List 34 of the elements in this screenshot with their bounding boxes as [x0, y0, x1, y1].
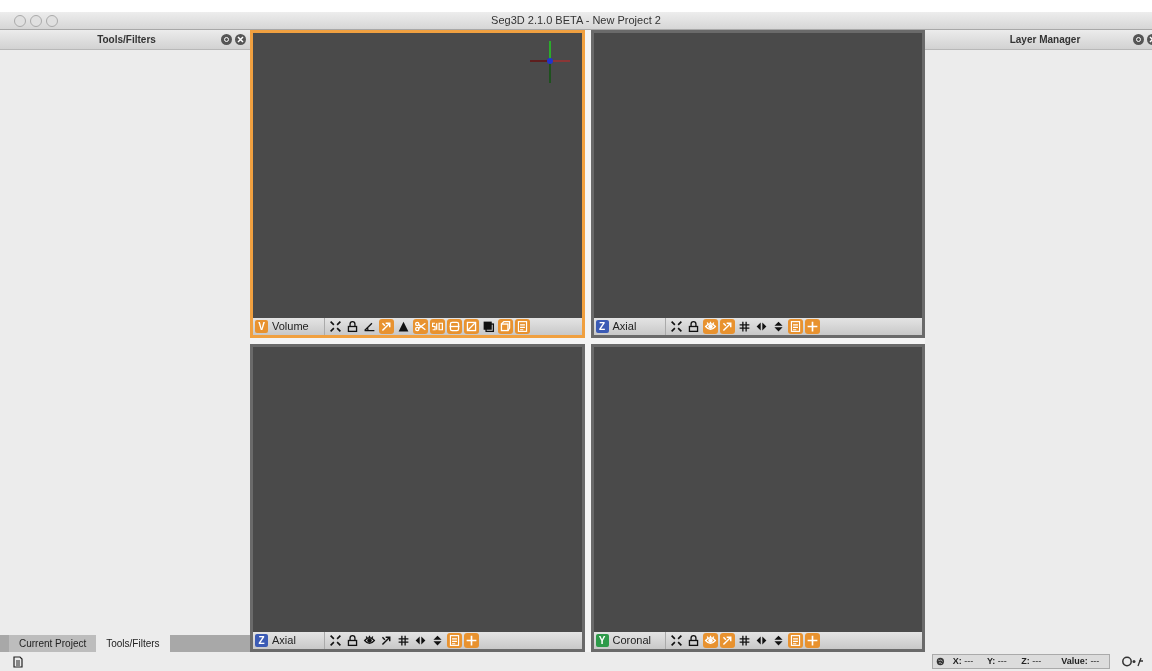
fit-icon[interactable] [328, 633, 343, 648]
panel-title: Tools/Filters [96, 33, 157, 47]
panel-title: Layer Manager [1008, 33, 1082, 47]
close-icon[interactable] [235, 34, 246, 45]
grid-icon[interactable] [396, 633, 411, 648]
fit-icon[interactable] [328, 319, 343, 334]
document-icon[interactable] [13, 655, 23, 668]
viewer-panel[interactable]: Z Axial [250, 344, 585, 652]
viewer-panel[interactable]: V Volume [250, 30, 585, 338]
fit-icon[interactable] [668, 633, 684, 648]
lock-icon[interactable] [345, 633, 360, 648]
viewer-panel[interactable]: Z Axial [590, 30, 925, 338]
cone-icon[interactable] [396, 319, 411, 334]
view-letter-badge[interactable]: Z [255, 634, 268, 647]
view-mode-label: Volume [272, 319, 309, 335]
view-mode-label: Coronal [612, 633, 652, 649]
coordinate-readout: Y: --- [986, 654, 1008, 668]
coordinate-readout: Value: --- [1061, 654, 1101, 668]
globe-pointer-icon[interactable] [1122, 656, 1144, 667]
lock-icon[interactable] [345, 319, 360, 334]
panel-tab[interactable]: Current Project [9, 635, 97, 652]
panel-tab[interactable]: Tools/Filters [96, 635, 170, 652]
coordinate-readout: Z: --- [1021, 654, 1043, 668]
fit-icon[interactable] [668, 319, 684, 334]
view-mode-label: Axial [612, 319, 637, 335]
coordinate-readout: X: --- [952, 654, 975, 668]
window-title: Seg3D 2.1.0 BETA - New Project 2 [490, 13, 662, 29]
float-icon[interactable] [221, 34, 232, 45]
float-icon[interactable] [1133, 34, 1144, 45]
globe-icon[interactable] [936, 656, 945, 667]
view-letter-badge[interactable]: Z [595, 320, 609, 333]
view-mode-label: Axial [272, 633, 296, 649]
view-letter-badge[interactable]: Y [595, 634, 609, 647]
viewer-panel[interactable]: Y Coronal [590, 344, 925, 652]
